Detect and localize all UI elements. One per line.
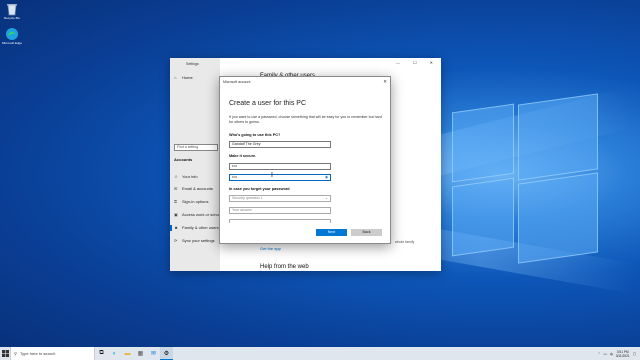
window-controls[interactable]: — ☐ ✕ — [396, 60, 439, 65]
recycle-bin-icon — [5, 2, 19, 16]
chevron-down-icon: ⌄ — [325, 196, 328, 200]
briefcase-icon: ▣ — [174, 212, 178, 217]
sidebar-item-your-info[interactable]: ☺ Your info — [174, 174, 198, 179]
start-button[interactable] — [0, 347, 10, 360]
password-field[interactable]: •••• — [229, 163, 331, 170]
password-label: Make it secure. — [229, 154, 257, 158]
sidebar-item-sync[interactable]: ⟳ Sync your settings — [174, 238, 215, 243]
selection-indicator — [170, 225, 172, 231]
sidebar-item-access-work[interactable]: ▣ Access work or school — [174, 212, 222, 217]
next-button[interactable]: Next — [316, 229, 347, 236]
windows-start-icon — [1, 350, 9, 357]
get-the-app-link[interactable]: Get the app — [260, 246, 281, 251]
edge-taskbar-icon[interactable]: ◐ — [108, 347, 121, 360]
volume-icon[interactable]: ◂) — [610, 352, 613, 356]
close-icon[interactable]: ✕ — [383, 79, 387, 85]
dialog-app-title: Microsoft account — [223, 80, 251, 84]
security-question-select[interactable]: Security question 1 ⌄ — [229, 195, 331, 202]
confirm-password-field[interactable]: •••• ◉ — [229, 174, 331, 181]
desktop-icon-recycle-bin[interactable]: Recycle Bin — [0, 2, 24, 20]
security-answer-field[interactable]: Your answer — [229, 207, 331, 214]
settings-window-title: Settings — [186, 62, 199, 66]
username-label: Who's going to use this PC? — [229, 133, 281, 137]
create-user-dialog: Microsoft account ✕ Create a user for th… — [219, 76, 391, 244]
settings-section-heading: Accounts — [174, 157, 193, 162]
home-icon: ⌂ — [174, 75, 177, 80]
task-view-icon[interactable]: ⧉ — [95, 347, 108, 360]
family-icon: ☻ — [174, 225, 179, 230]
network-icon[interactable]: ▭ — [603, 352, 606, 356]
settings-search-input[interactable]: Find a setting — [174, 144, 218, 151]
system-tray: ⌃ ▭ ◂) 3:51 PM 3/11/2021 ▢ — [598, 347, 636, 360]
search-icon: ⚲ — [14, 351, 17, 356]
forget-password-label: In case you forget your password — [229, 187, 290, 191]
dialog-title: Create a user for this PC — [229, 100, 307, 107]
file-explorer-icon[interactable]: ▬ — [121, 347, 134, 360]
sidebar-item-family[interactable]: ☻ Family & other users — [174, 225, 219, 230]
security-question-2-select[interactable] — [229, 219, 331, 223]
person-icon: ☺ — [174, 174, 179, 179]
taskbar: ⚲ Type here to search ⧉ ◐ ▬ ▦ ✉ ⚙ ⌃ ▭ ◂)… — [0, 347, 640, 360]
family-description-fragment: whole family — [395, 240, 415, 244]
back-button[interactable]: Back — [351, 229, 382, 236]
text-cursor-icon: I — [271, 172, 273, 179]
chevron-up-icon[interactable]: ⌃ — [598, 352, 601, 356]
dialog-description: If you want to use a password, choose so… — [229, 115, 382, 124]
mail-taskbar-icon[interactable]: ✉ — [147, 347, 160, 360]
edge-icon — [5, 27, 19, 41]
taskbar-search-input[interactable]: ⚲ Type here to search — [10, 347, 95, 360]
sync-icon: ⟳ — [174, 238, 178, 243]
help-heading: Help from the web — [260, 264, 309, 270]
key-icon: ⚿ — [174, 199, 178, 204]
sidebar-item-sign-in-options[interactable]: ⚿ Sign-in options — [174, 199, 208, 204]
mail-icon: ✉ — [174, 186, 178, 191]
sidebar-item-email-accounts[interactable]: ✉ Email & accounts — [174, 186, 213, 191]
notification-icon[interactable]: ▢ — [633, 352, 636, 356]
username-field[interactable]: Gandalf The Grey — [229, 141, 331, 148]
desktop-icon-edge[interactable]: Microsoft Edge — [0, 27, 24, 45]
store-icon[interactable]: ▦ — [134, 347, 147, 360]
settings-taskbar-icon[interactable]: ⚙ — [160, 347, 173, 360]
settings-home[interactable]: ⌂ Home — [174, 75, 193, 80]
reveal-password-icon[interactable]: ◉ — [325, 175, 328, 180]
clock[interactable]: 3:51 PM 3/11/2021 — [616, 350, 630, 358]
